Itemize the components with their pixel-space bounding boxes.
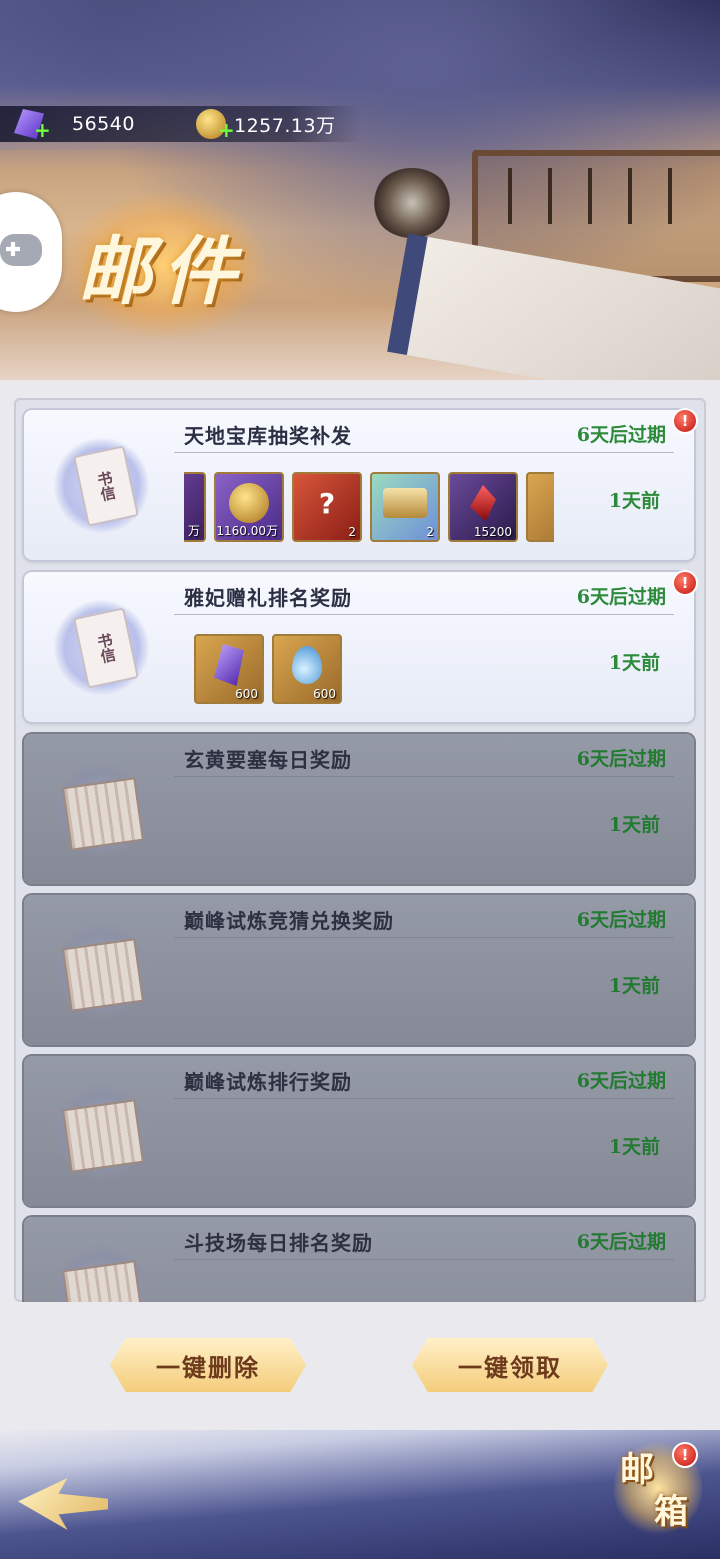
mystery-box-icon: ? [318, 486, 336, 520]
divider [174, 1098, 674, 1099]
divider [174, 614, 674, 615]
mail-age: 1天前 [608, 814, 660, 836]
reward-qty: 15200 [473, 525, 512, 539]
plus-icon[interactable]: + [218, 120, 235, 140]
reward-item[interactable]: 600 [194, 634, 264, 704]
treasure-chest-icon [372, 474, 438, 532]
unread-badge-icon: ! [672, 570, 698, 596]
water-drop-icon [528, 474, 554, 532]
gamepad-icon [0, 234, 42, 266]
mail-subject: 巅峰试炼排行奖励 [184, 1070, 352, 1094]
mailbox-label-1: 邮 [620, 1450, 654, 1490]
mail-age: 1天前 [608, 490, 660, 512]
mail-item[interactable]: 斗技场每日排名奖励 6天后过期 [24, 1217, 694, 1302]
red-crystal-icon [450, 474, 516, 532]
brush [508, 168, 512, 224]
reward-qty: 600 [313, 687, 336, 701]
brush [588, 168, 592, 224]
mail-expire: 6天后过期 [576, 748, 666, 770]
reward-qty: 2 [348, 525, 356, 539]
claim-all-button[interactable]: 一键领取 [412, 1338, 608, 1392]
page-title-wrap: 邮件 [60, 190, 270, 340]
letter-label: 书信 [73, 607, 139, 689]
teacup-decoration [372, 168, 452, 238]
unread-badge-icon: ! [672, 408, 698, 434]
gem-resource[interactable]: + 56540 [14, 108, 135, 140]
scroll-icon [54, 923, 149, 1018]
mailbox-button[interactable]: 邮 箱 ! [614, 1438, 702, 1538]
gold-count: 1257.13万 [234, 114, 336, 137]
reward-item[interactable]: 万 [184, 472, 206, 542]
reward-item[interactable]: 600 [272, 634, 342, 704]
mail-age: 1天前 [608, 975, 660, 997]
brush [628, 168, 632, 224]
purple-gem-icon [196, 636, 262, 694]
divider [174, 776, 674, 777]
unread-badge-icon: ! [672, 1442, 698, 1468]
mail-item[interactable]: 巅峰试炼排行奖励 6天后过期 1天前 [24, 1056, 694, 1206]
page-title: 邮件 [78, 229, 246, 315]
mail-item[interactable]: 书信 雅妃赠礼排名奖励 6天后过期 1天前 ! 600 600 [24, 570, 698, 722]
reward-qty: 万 [187, 524, 200, 538]
reward-items: 万 1160.00万 ? 2 2 15200 [184, 472, 554, 546]
reward-item[interactable]: ? 2 [292, 472, 362, 542]
mail-age: 1天前 [608, 1136, 660, 1158]
mail-subject: 斗技场每日排名奖励 [184, 1231, 373, 1255]
scroll-icon [54, 762, 149, 857]
mail-expire: 6天后过期 [576, 586, 666, 608]
reward-qty: 2 [426, 525, 434, 539]
reward-qty: 1160.00万 [216, 524, 278, 538]
mail-subject: 雅妃赠礼排名奖励 [184, 586, 352, 610]
divider [174, 452, 674, 453]
plus-icon[interactable]: + [34, 120, 51, 140]
brush [668, 168, 672, 224]
water-drop-icon [274, 636, 340, 694]
divider [174, 1259, 674, 1260]
letter-label: 书信 [73, 445, 139, 527]
mail-expire: 6天后过期 [576, 1070, 666, 1092]
mail-age: 1天前 [608, 652, 660, 674]
gem-count: 56540 [72, 113, 135, 135]
mail-item[interactable]: 玄黄要塞每日奖励 6天后过期 1天前 [24, 734, 694, 884]
mail-expire: 6天后过期 [576, 1231, 666, 1253]
mailbox-label-2: 箱 [654, 1492, 688, 1532]
reward-item[interactable]: 15200 [448, 472, 518, 542]
brush [548, 168, 552, 224]
reward-item[interactable] [526, 472, 554, 542]
reward-item[interactable]: 2 [370, 472, 440, 542]
letter-icon: 书信 [54, 438, 149, 533]
scroll-icon [54, 1084, 149, 1179]
letter-icon: 书信 [54, 600, 149, 695]
mail-item[interactable]: 书信 天地宝库抽奖补发 6天后过期 1天前 ! 万 1160.00万 ? 2 2 [24, 408, 698, 560]
mail-subject: 巅峰试炼竞猜兑换奖励 [184, 909, 394, 933]
mail-list[interactable]: 书信 天地宝库抽奖补发 6天后过期 1天前 ! 万 1160.00万 ? 2 2 [14, 398, 706, 1302]
gold-resource[interactable]: + 1257.13万 [196, 108, 336, 140]
reward-qty: 600 [235, 687, 258, 701]
reward-items: 600 600 [184, 634, 554, 708]
reward-item[interactable]: 1160.00万 [214, 472, 284, 542]
mail-expire: 6天后过期 [576, 424, 666, 446]
scroll-icon [54, 1245, 149, 1302]
mail-expire: 6天后过期 [576, 909, 666, 931]
mail-subject: 玄黄要塞每日奖励 [184, 748, 352, 772]
delete-all-button[interactable]: 一键删除 [110, 1338, 306, 1392]
footer-decoration [0, 1430, 720, 1559]
divider [174, 937, 674, 938]
mail-subject: 天地宝库抽奖补发 [184, 424, 352, 448]
mail-item[interactable]: 巅峰试炼竞猜兑换奖励 6天后过期 1天前 [24, 895, 694, 1045]
